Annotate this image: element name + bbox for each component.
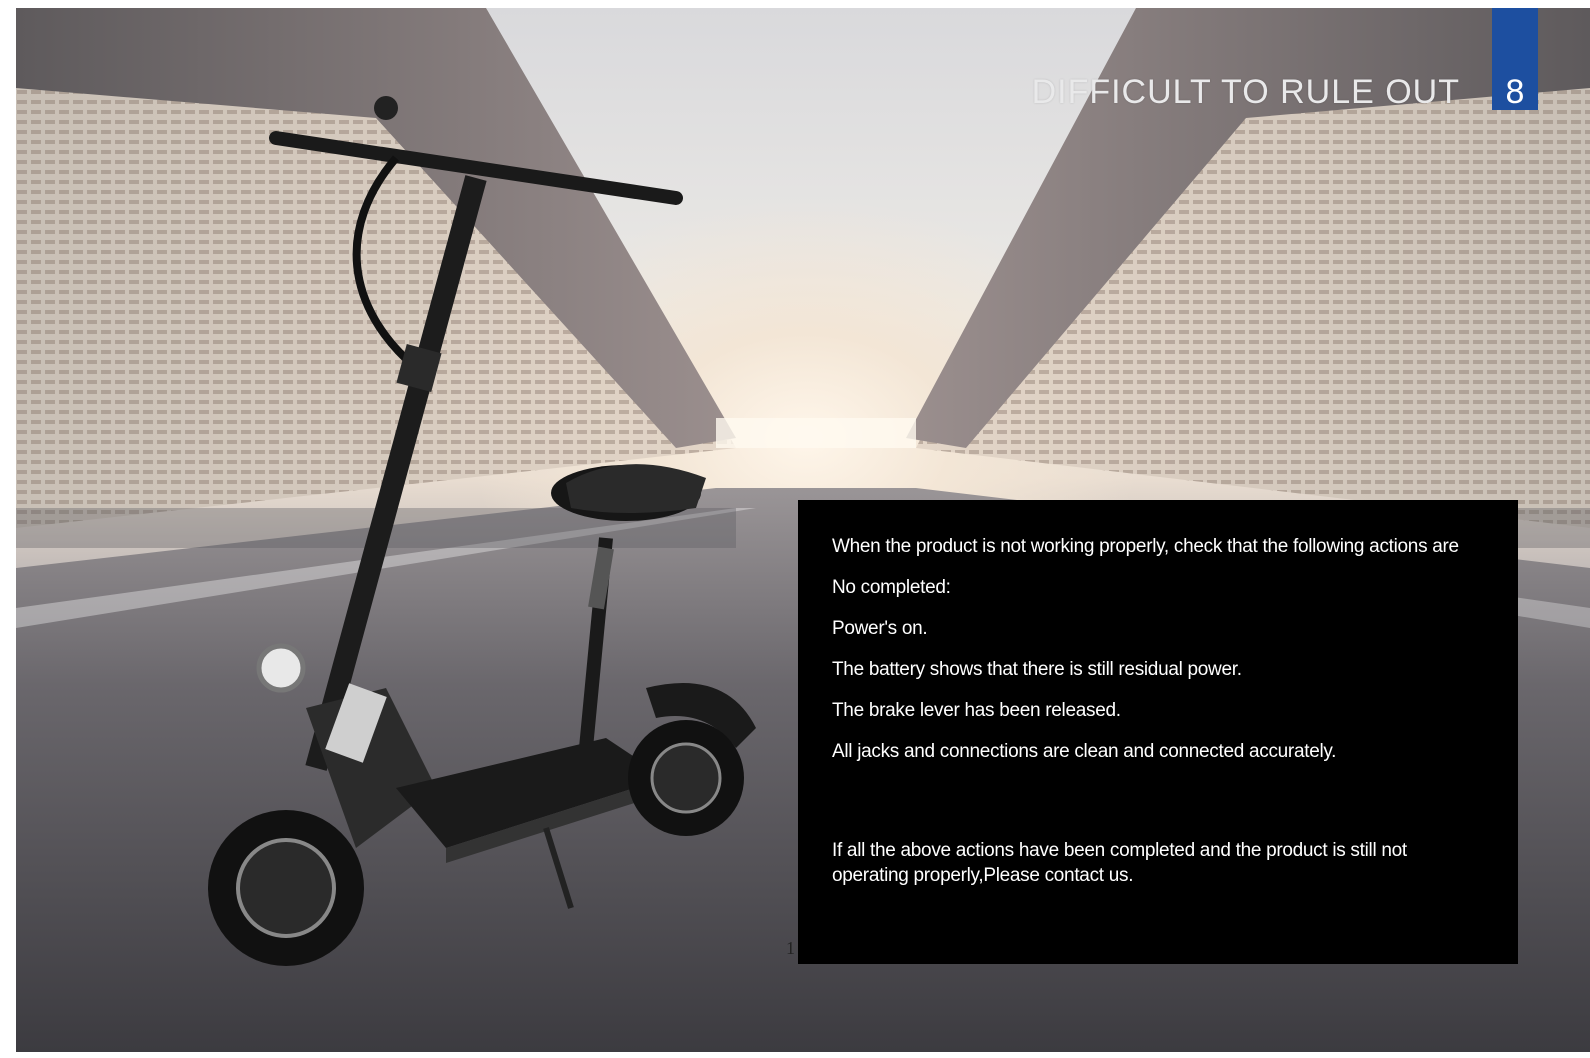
closing-note: If all the above actions have been compl… bbox=[832, 840, 1407, 886]
info-line: The brake lever has been released. bbox=[832, 700, 1121, 721]
electric-scooter-image bbox=[208, 96, 756, 966]
section-title: DIFFICULT TO RULE OUT bbox=[1031, 73, 1460, 111]
stray-mark: 1 bbox=[786, 938, 795, 958]
page-number: 8 bbox=[1505, 73, 1525, 111]
troubleshooting-panel: When the product is not working properly… bbox=[798, 500, 1518, 964]
info-line: Power's on. bbox=[832, 618, 928, 639]
info-line: The battery shows that there is still re… bbox=[832, 659, 1242, 680]
info-line: All jacks and connections are clean and … bbox=[832, 741, 1337, 762]
section-header: DIFFICULT TO RULE OUT bbox=[1032, 70, 1478, 114]
info-line: No completed: bbox=[832, 577, 951, 598]
info-line: When the product is not working properly… bbox=[832, 536, 1459, 557]
manual-page: DIFFICULT TO RULE OUT 8 1 When the produ… bbox=[16, 8, 1590, 1052]
